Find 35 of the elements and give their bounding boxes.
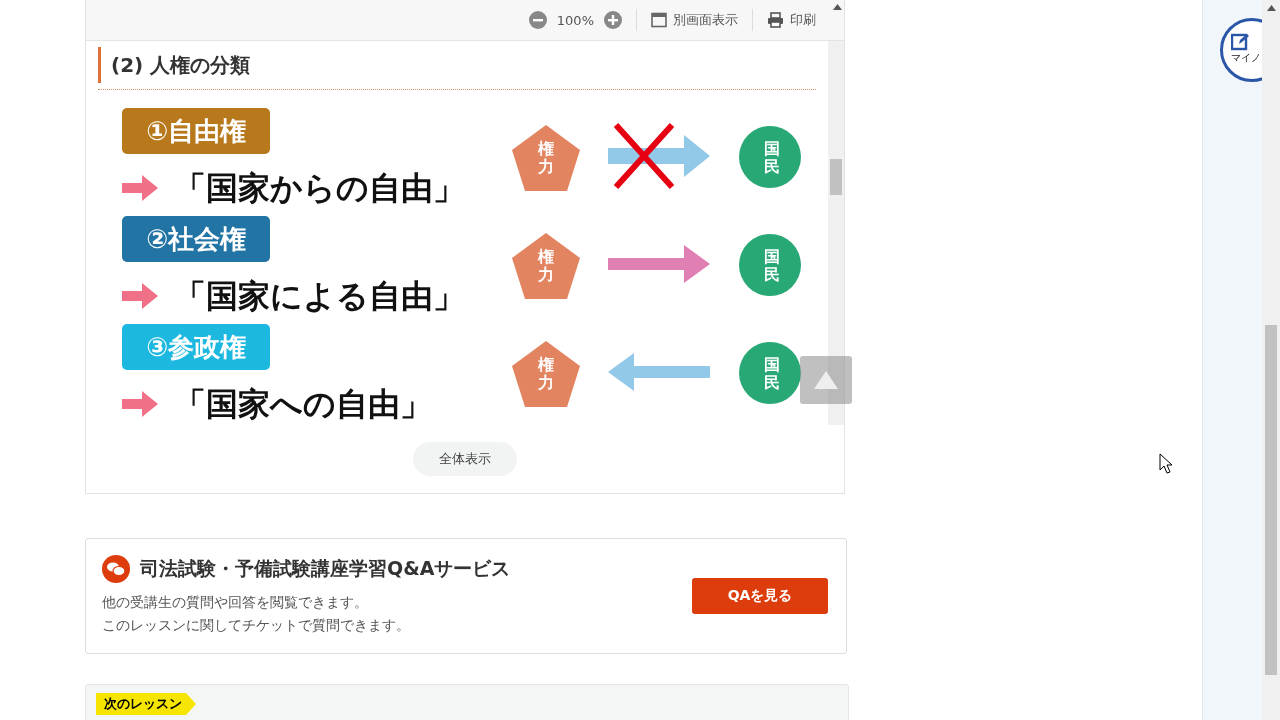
zoom-level: 100% <box>556 12 594 28</box>
view-qa-button[interactable]: QAを見る <box>692 578 828 614</box>
slide-heading: (2) 人権の分類 <box>98 47 251 83</box>
category-label: ③参政権 <box>122 324 270 370</box>
scrollbar-thumb[interactable] <box>830 159 842 195</box>
my-note-button[interactable]: マイノ <box>1220 18 1262 82</box>
qa-description: 他の受講生の質問や回答を閲覧できます。 <box>102 593 369 612</box>
qa-description: このレッスンに関してチケットで質問できます。 <box>102 616 411 635</box>
scroll-to-top-button[interactable] <box>800 356 852 404</box>
print-button[interactable]: 印刷 <box>767 11 816 29</box>
arrow-icon <box>122 175 158 201</box>
new-window-button[interactable]: 別画面表示 <box>651 11 738 29</box>
phrase-text: 「国家による自由」 <box>174 276 465 316</box>
phrase-text: 「国家からの自由」 <box>174 168 465 208</box>
next-lesson-tag: 次のレッスン <box>96 693 196 715</box>
arrow-icon <box>122 391 158 417</box>
zoom-in-button[interactable] <box>604 11 622 29</box>
category-label: ①自由権 <box>122 108 270 154</box>
show-all-button[interactable]: 全体表示 <box>413 442 517 476</box>
power-pentagon: 権力 <box>512 341 580 407</box>
category-label: ②社会権 <box>122 216 270 262</box>
printer-icon <box>767 12 784 28</box>
window-icon <box>651 12 667 28</box>
qa-title: 司法試験・予備試験講座学習Q&Aサービス <box>140 556 511 581</box>
arrow-icon <box>122 283 158 309</box>
scrollbar-thumb[interactable] <box>1265 325 1277 675</box>
scroll-up-icon[interactable] <box>1267 5 1276 11</box>
zoom-out-button[interactable] <box>528 11 547 29</box>
mouse-cursor-icon <box>1159 453 1173 474</box>
phrase-text: 「国家への自由」 <box>174 384 432 424</box>
scroll-up-icon[interactable] <box>833 4 842 10</box>
edit-icon <box>1231 33 1250 51</box>
power-pentagon: 権力 <box>512 125 580 191</box>
chat-icon <box>102 555 130 583</box>
power-pentagon: 権力 <box>512 233 580 299</box>
